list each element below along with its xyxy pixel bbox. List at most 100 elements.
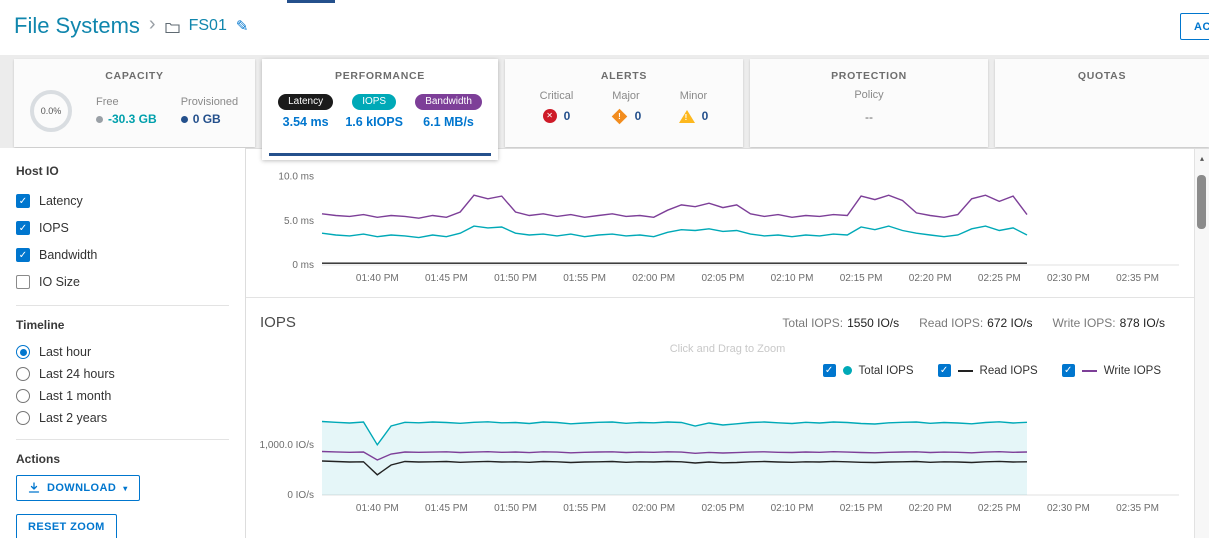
breadcrumb: File Systems › FS01 ✎ <box>14 13 248 39</box>
svg-text:02:05 PM: 02:05 PM <box>701 273 744 284</box>
timeline-heading: Timeline <box>16 318 245 332</box>
checkbox-latency[interactable]: ✓ Latency <box>16 187 245 214</box>
performance-card[interactable]: PERFORMANCE Latency 3.54 ms IOPS 1.6 kIO… <box>262 59 498 160</box>
radio-icon <box>16 389 30 403</box>
quotas-card[interactable]: QUOTAS <box>995 59 1209 147</box>
radio-last-24-hours[interactable]: Last 24 hours <box>16 363 245 385</box>
write-iops-label: Write IOPS: <box>1053 316 1116 330</box>
vertical-scrollbar[interactable]: ▴ <box>1194 149 1209 538</box>
svg-text:02:35 PM: 02:35 PM <box>1116 503 1159 514</box>
svg-text:02:15 PM: 02:15 PM <box>840 273 883 284</box>
svg-text:02:05 PM: 02:05 PM <box>701 503 744 514</box>
iops-pill: IOPS <box>352 94 396 110</box>
legend-read-iops[interactable]: ✓ Read IOPS <box>938 364 1038 377</box>
performance-card-title: PERFORMANCE <box>262 59 498 82</box>
actions-button[interactable]: ACTIONS <box>1180 13 1209 40</box>
svg-text:01:45 PM: 01:45 PM <box>425 273 468 284</box>
summary-cards: CAPACITY 0.0% Free -30.3 GB Provisioned <box>0 55 1209 148</box>
latency-chart[interactable]: 10.0 ms5.0 ms0 ms01:40 PM01:45 PM01:50 P… <box>250 153 1189 291</box>
capacity-card-title: CAPACITY <box>14 59 255 82</box>
free-label: Free <box>96 96 157 108</box>
total-iops-value: 1550 IO/s <box>847 316 899 330</box>
scrollbar-thumb[interactable] <box>1197 175 1206 229</box>
read-iops-marker-icon <box>958 370 973 372</box>
bandwidth-pill: Bandwidth <box>415 94 482 110</box>
svg-text:02:25 PM: 02:25 PM <box>978 503 1021 514</box>
legend-write-iops[interactable]: ✓ Write IOPS <box>1062 364 1161 377</box>
write-iops-marker-icon <box>1082 370 1097 372</box>
breadcrumb-entity: FS01 <box>189 17 227 35</box>
edit-icon[interactable]: ✎ <box>236 17 249 35</box>
svg-text:02:10 PM: 02:10 PM <box>771 273 814 284</box>
iops-section-title: IOPS <box>260 314 296 331</box>
provisioned-value: 0 GB <box>181 112 238 126</box>
minor-icon: ! <box>679 110 695 123</box>
checkbox-checked-icon: ✓ <box>938 364 951 377</box>
reset-zoom-button[interactable]: RESET ZOOM <box>16 514 117 538</box>
write-iops-value: 878 IO/s <box>1120 316 1165 330</box>
major-icon: ! <box>611 108 627 124</box>
svg-text:01:40 PM: 01:40 PM <box>356 503 399 514</box>
svg-text:02:15 PM: 02:15 PM <box>840 503 883 514</box>
sidebar: Host IO ✓ Latency ✓ IOPS ✓ Bandwidth IO … <box>0 148 245 538</box>
svg-text:01:50 PM: 01:50 PM <box>494 273 537 284</box>
checkbox-iops[interactable]: ✓ IOPS <box>16 214 245 241</box>
capacity-gauge: 0.0% <box>30 90 72 132</box>
svg-text:02:10 PM: 02:10 PM <box>771 503 814 514</box>
checkbox-checked-icon: ✓ <box>16 221 30 235</box>
radio-icon <box>16 367 30 381</box>
page-title: File Systems <box>14 13 140 39</box>
zoom-hint: Click and Drag to Zoom <box>246 343 1209 355</box>
protection-card[interactable]: PROTECTION Policy -- <box>750 59 988 147</box>
policy-value: -- <box>750 110 988 124</box>
section-divider <box>246 297 1209 298</box>
top-accent-bar <box>287 0 335 3</box>
bandwidth-value: 6.1 MB/s <box>415 115 482 129</box>
free-value: -30.3 GB <box>96 112 157 126</box>
svg-text:1,000.0 IO/s: 1,000.0 IO/s <box>260 440 314 451</box>
total-iops-marker-icon <box>843 366 852 375</box>
critical-icon: ✕ <box>543 109 557 123</box>
sidebar-divider <box>16 305 229 306</box>
radio-last-2-years[interactable]: Last 2 years <box>16 407 245 429</box>
svg-text:02:00 PM: 02:00 PM <box>632 503 675 514</box>
latency-metric: Latency 3.54 ms <box>278 91 333 129</box>
svg-text:02:20 PM: 02:20 PM <box>909 503 952 514</box>
critical-count: 0 <box>564 109 571 123</box>
iops-chart[interactable]: 1,000.0 IO/s0 IO/s01:40 PM01:45 PM01:50 … <box>250 389 1189 521</box>
radio-last-1-month[interactable]: Last 1 month <box>16 385 245 407</box>
latency-pill: Latency <box>278 94 333 110</box>
charts-panel: 10.0 ms5.0 ms0 ms01:40 PM01:45 PM01:50 P… <box>245 148 1209 538</box>
minor-count: 0 <box>702 109 709 123</box>
major-alerts: Major ! 0 <box>611 90 642 123</box>
svg-text:01:45 PM: 01:45 PM <box>425 503 468 514</box>
capacity-card[interactable]: CAPACITY 0.0% Free -30.3 GB Provisioned <box>14 59 255 147</box>
svg-text:01:55 PM: 01:55 PM <box>563 503 606 514</box>
radio-last-hour[interactable]: Last hour <box>16 341 245 363</box>
svg-text:02:00 PM: 02:00 PM <box>632 273 675 284</box>
svg-text:01:55 PM: 01:55 PM <box>563 273 606 284</box>
read-iops-label: Read IOPS: <box>919 316 983 330</box>
app-root: File Systems › FS01 ✎ ACTIONS CAPACITY 0… <box>0 0 1209 538</box>
chevron-right-icon: › <box>149 13 156 36</box>
radio-icon <box>16 411 30 425</box>
actions-heading: Actions <box>16 452 245 466</box>
policy-label: Policy <box>750 89 988 101</box>
active-tab-indicator <box>269 153 491 156</box>
total-iops-label: Total IOPS: <box>782 316 843 330</box>
checkbox-io-size[interactable]: IO Size <box>16 268 245 295</box>
svg-text:0 ms: 0 ms <box>292 260 314 271</box>
alerts-card[interactable]: ALERTS Critical ✕ 0 Major ! 0 <box>505 59 743 147</box>
checkbox-bandwidth[interactable]: ✓ Bandwidth <box>16 241 245 268</box>
iops-legend: ✓ Total IOPS ✓ Read IOPS ✓ Write IOPS <box>246 364 1161 377</box>
legend-total-iops[interactable]: ✓ Total IOPS <box>823 364 914 377</box>
bandwidth-metric: Bandwidth 6.1 MB/s <box>415 91 482 129</box>
scroll-up-icon[interactable]: ▴ <box>1195 149 1209 163</box>
alerts-card-title: ALERTS <box>505 59 743 82</box>
radio-selected-icon <box>16 345 30 359</box>
download-button[interactable]: DOWNLOAD ▾ <box>16 475 140 501</box>
svg-text:01:40 PM: 01:40 PM <box>356 273 399 284</box>
capacity-percent: 0.0% <box>41 106 62 116</box>
svg-text:0 IO/s: 0 IO/s <box>287 490 314 501</box>
major-count: 0 <box>635 109 642 123</box>
